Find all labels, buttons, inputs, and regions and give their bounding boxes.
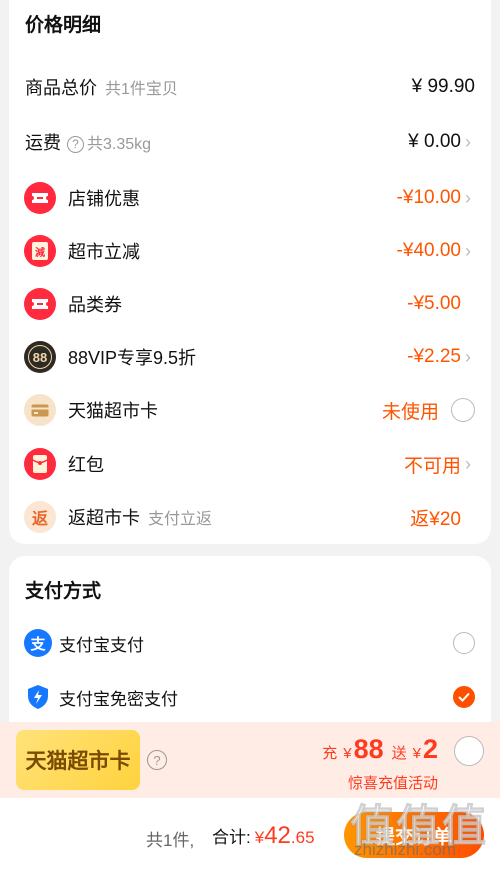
88vip-icon: 88 — [24, 341, 56, 373]
alipay-passwordless-radio[interactable] — [453, 686, 475, 708]
supermarket-card-tag: 天猫超市卡 — [16, 730, 140, 790]
store-discount-label: 店铺优惠 — [68, 189, 140, 209]
price-section-title: 价格明细 — [25, 15, 102, 36]
checkout-footer: 共1件, 合计: ¥ 42 .65 提交订单 — [0, 798, 500, 873]
supermarket-discount-row[interactable]: 減 超市立减 -¥40.00 › — [9, 229, 491, 273]
vip-discount-label: 88VIP专享9.5折 — [68, 348, 197, 368]
total-price-value: ¥ 99.90 — [411, 76, 475, 97]
alipay-icon: 支 — [24, 629, 52, 657]
supermarket-card-row[interactable]: 天猫超市卡 未使用 — [9, 388, 491, 432]
price-details-card: 价格明细 商品总价 共1件宝贝 ¥ 99.90 运费? 共3.35kg ¥ 0.00… — [9, 0, 491, 544]
cashback-icon: 返 — [24, 501, 56, 533]
supermarket-card-value: 未使用 — [382, 397, 475, 424]
shipping-value: ¥ 0.00 › — [408, 131, 475, 153]
vip-discount-value: -¥2.25 › — [407, 346, 475, 368]
recharge-subtitle: 惊喜充值活动 — [347, 775, 438, 792]
shipping-row[interactable]: 运费? 共3.35kg ¥ 0.00 › — [9, 120, 491, 164]
total-decimal: .65 — [290, 828, 315, 847]
help-circle-icon[interactable]: ? — [147, 750, 167, 770]
coupon-ticket-icon — [24, 182, 56, 214]
cashback-value: 返¥20 — [410, 508, 461, 530]
supermarket-discount-value: -¥40.00 › — [397, 240, 475, 262]
shipping-sub: 共3.35kg — [87, 136, 152, 153]
store-discount-value: -¥10.00 › — [397, 187, 475, 209]
check-icon — [458, 692, 470, 702]
alipay-radio[interactable] — [453, 632, 475, 654]
chevron-right-icon: › — [465, 346, 471, 367]
alipay-passwordless-option[interactable]: 支付宝免密支付 — [9, 675, 491, 719]
alipay-passwordless-label: 支付宝免密支付 — [59, 689, 178, 709]
chevron-right-icon: › — [465, 187, 471, 208]
recharge-amount: 88 — [353, 734, 384, 764]
total-price-label: 商品总价 共1件宝贝 — [25, 78, 178, 98]
red-envelope-value: 不可用 › — [404, 451, 475, 478]
alipay-option[interactable]: 支 支付宝支付 — [9, 621, 491, 665]
chevron-right-icon: › — [465, 240, 471, 261]
total-label: 合计: — [212, 828, 251, 847]
red-envelope-label: 红包 — [68, 455, 104, 475]
payment-section-title: 支付方式 — [25, 581, 102, 602]
vip-discount-row[interactable]: 88 88VIP专享9.5折 -¥2.25 › — [9, 335, 491, 379]
payment-method-card: 支付方式 支 支付宝支付 支付宝免密支付 — [9, 556, 491, 746]
supermarket-discount-icon: 減 — [24, 235, 56, 267]
chevron-right-icon: › — [465, 453, 471, 474]
card-icon — [24, 394, 56, 426]
cashback-label: 返超市卡 支付立返 — [68, 508, 213, 528]
store-discount-row[interactable]: 店铺优惠 -¥10.00 › — [9, 176, 491, 220]
cashback-sub: 支付立返 — [148, 511, 213, 528]
total-integer: 42 — [264, 822, 291, 849]
gift-amount: 2 — [422, 734, 438, 764]
category-coupon-row[interactable]: 品类券 -¥5.00 — [9, 282, 491, 326]
red-envelope-icon — [24, 448, 56, 480]
category-coupon-value: -¥5.00 — [407, 293, 461, 314]
help-circle-icon[interactable]: ? — [67, 136, 84, 153]
supermarket-card-radio[interactable] — [451, 398, 475, 422]
recharge-banner: 天猫超市卡 ? 充 ¥ 88 送 ¥ 2 惊喜充值活动 — [0, 722, 500, 798]
chevron-right-icon: › — [465, 131, 471, 152]
category-coupon-label: 品类券 — [68, 295, 122, 315]
alipay-label: 支付宝支付 — [59, 635, 144, 655]
category-coupon-icon — [24, 288, 56, 320]
item-count: 共1件, — [146, 831, 195, 850]
recharge-radio[interactable] — [454, 736, 484, 766]
total-price-row: 商品总价 共1件宝贝 ¥ 99.90 — [9, 65, 491, 109]
submit-order-button[interactable]: 提交订单 — [344, 812, 484, 858]
supermarket-card-label: 天猫超市卡 — [68, 401, 158, 421]
recharge-promo: 充 ¥ 88 送 ¥ 2 — [322, 734, 438, 764]
cashback-row: 返 返超市卡 支付立返 返¥20 — [9, 495, 491, 539]
order-total: 合计: ¥ 42 .65 — [212, 822, 315, 849]
total-price-sub: 共1件宝贝 — [105, 81, 178, 98]
red-envelope-row[interactable]: 红包 不可用 › — [9, 442, 491, 486]
supermarket-discount-label: 超市立减 — [68, 242, 140, 262]
shipping-label: 运费? 共3.35kg — [25, 133, 152, 153]
alipay-passwordless-icon — [24, 683, 52, 711]
